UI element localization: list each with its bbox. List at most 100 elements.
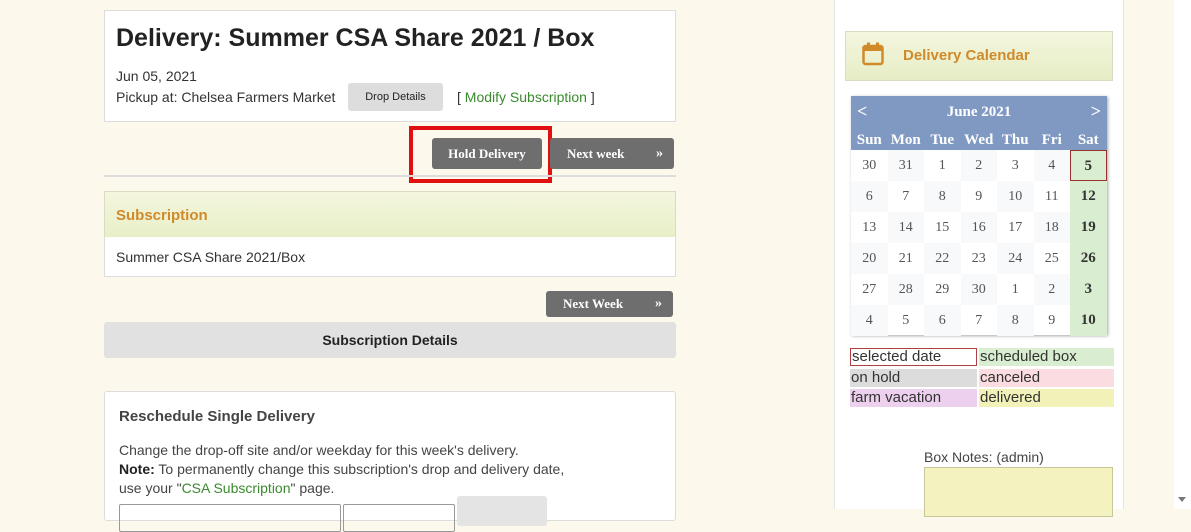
calendar-day[interactable]: 31 (887, 150, 924, 181)
calendar-day[interactable]: 5 (1070, 150, 1107, 181)
note-text: To permanently change this subscription'… (154, 461, 565, 477)
calendar-day[interactable]: 2 (1033, 274, 1070, 305)
calendar-day[interactable]: 4 (851, 305, 888, 336)
calendar-day[interactable]: 21 (888, 243, 925, 274)
calendar-day[interactable]: 26 (1070, 243, 1107, 274)
weekday-select[interactable] (343, 504, 455, 532)
drop-site-select[interactable] (119, 504, 341, 532)
next-month-button[interactable]: > (1091, 101, 1101, 122)
weekday-tue: Tue (930, 132, 955, 148)
double-chevron-right-icon: » (655, 296, 662, 311)
calendar-month-label: June 2021 (946, 104, 1012, 120)
weekday-mon: Mon (890, 132, 921, 148)
calendar-day[interactable]: 30 (851, 150, 888, 181)
calendar-day[interactable]: 6 (924, 305, 961, 336)
calendar-day[interactable]: 9 (961, 181, 998, 212)
calendar-day[interactable]: 20 (851, 243, 888, 274)
reschedule-text: Change the drop-off site and/or weekday … (119, 441, 564, 498)
reschedule-submit-button[interactable] (457, 496, 547, 526)
calendar-day[interactable]: 13 (851, 212, 888, 243)
line3-pre: use your " (119, 480, 182, 496)
calendar-day[interactable]: 10 (997, 181, 1034, 212)
calendar-title: Delivery Calendar (903, 47, 1030, 64)
csa-subscription-link[interactable]: CSA Subscription (182, 480, 291, 496)
calendar-day[interactable]: 15 (924, 212, 961, 243)
calendar-day[interactable]: 22 (924, 243, 961, 274)
legend-on-hold: on hold (850, 369, 977, 387)
subscription-header-label: Subscription (116, 207, 208, 224)
calendar-month-header: < June 2021 > (851, 96, 1107, 130)
calendar-day[interactable]: 27 (851, 274, 888, 305)
calendar-day[interactable]: 6 (851, 181, 888, 212)
delivery-card: Delivery: Summer CSA Share 2021 / Box Ju… (104, 10, 676, 122)
scroll-down-icon[interactable] (1178, 497, 1186, 502)
calendar-day[interactable]: 8 (997, 305, 1034, 336)
subscription-item: Summer CSA Share 2021/Box (116, 249, 306, 265)
bracket-open: [ (457, 89, 465, 105)
legend-selected-date: selected date (850, 348, 977, 366)
subscription-details-button[interactable]: Subscription Details (104, 322, 676, 358)
reschedule-title: Reschedule Single Delivery (119, 408, 315, 425)
calendar-day[interactable]: 4 (1033, 150, 1070, 181)
calendar-day[interactable]: 2 (960, 150, 997, 181)
next-week-2-label: Next Week (563, 296, 624, 311)
calendar-day[interactable]: 16 (960, 212, 997, 243)
calendar-icon (862, 42, 884, 66)
drop-details-button[interactable]: Drop Details (348, 83, 443, 111)
mini-calendar: < June 2021 > Sun Mon Tue Wed Thu Fri Sat 30 31 1… (851, 96, 1107, 336)
calendar-day[interactable]: 11 (1034, 181, 1071, 212)
calendar-day[interactable]: 29 (924, 274, 961, 305)
scrollbar[interactable] (1174, 0, 1191, 509)
next-week-label: Next week (567, 145, 625, 161)
calendar-day[interactable]: 8 (924, 181, 961, 212)
pickup-location: Pickup at: Chelsea Farmers Market (116, 89, 336, 105)
double-chevron-right-icon: » (656, 145, 663, 161)
modify-subscription-link[interactable]: Modify Subscription (465, 89, 587, 105)
modify-subscription: [ Modify Subscription ] (457, 89, 595, 105)
legend-canceled: canceled (979, 369, 1114, 387)
calendar-day[interactable]: 3 (1070, 274, 1107, 305)
calendar-day[interactable]: 9 (1034, 305, 1071, 336)
calendar-day[interactable]: 17 (997, 212, 1034, 243)
divider (104, 175, 676, 177)
page-title: Delivery: Summer CSA Share 2021 / Box (116, 24, 595, 52)
subscription-details-label: Subscription Details (322, 332, 458, 348)
reschedule-card: Reschedule Single Delivery Change the dr… (104, 391, 676, 532)
next-week-button[interactable]: Next week » (550, 138, 674, 169)
calendar-day[interactable]: 23 (961, 243, 998, 274)
calendar-day[interactable]: 10 (1070, 305, 1107, 336)
weekday-sun: Sun (856, 132, 882, 148)
calendar-day[interactable]: 18 (1033, 212, 1070, 243)
calendar-day[interactable]: 14 (887, 212, 924, 243)
line3-post: " page. (290, 480, 335, 496)
weekday-sat: Sat (1077, 132, 1099, 148)
calendar-day[interactable]: 25 (1034, 243, 1071, 274)
calendar-day[interactable]: 5 (888, 305, 925, 336)
weekday-fri: Fri (1041, 132, 1062, 148)
delivery-date: Jun 05, 2021 (116, 68, 197, 84)
delivery-calendar-header: Delivery Calendar (845, 31, 1113, 81)
calendar-day[interactable]: 1 (924, 150, 961, 181)
calendar-day[interactable]: 24 (997, 243, 1034, 274)
reschedule-line-1: Change the drop-off site and/or weekday … (119, 442, 519, 458)
weekday-wed: Wed (964, 132, 994, 148)
calendar-day[interactable]: 3 (997, 150, 1034, 181)
calendar-day[interactable]: 1 (997, 274, 1034, 305)
box-notes-textarea[interactable] (924, 467, 1113, 517)
calendar-day[interactable]: 12 (1070, 181, 1107, 212)
weekday-thu: Thu (1001, 132, 1029, 148)
subscription-header: Subscription (104, 191, 676, 238)
box-notes-label: Box Notes: (admin) (924, 449, 1044, 465)
calendar-day[interactable]: 7 (961, 305, 998, 336)
calendar-day[interactable]: 7 (888, 181, 925, 212)
legend-farm-vacation: farm vacation (850, 389, 977, 407)
legend-scheduled-box: scheduled box (979, 348, 1114, 366)
calendar-day[interactable]: 19 (1070, 212, 1107, 243)
calendar-day[interactable]: 28 (887, 274, 924, 305)
note-label: Note: (119, 461, 155, 477)
calendar-day[interactable]: 30 (960, 274, 997, 305)
reschedule-line-2: Note: To permanently change this subscri… (119, 460, 564, 479)
next-week-button-2[interactable]: Next Week » (546, 291, 673, 317)
legend-delivered: delivered (979, 389, 1114, 407)
bracket-close: ] (586, 89, 595, 105)
